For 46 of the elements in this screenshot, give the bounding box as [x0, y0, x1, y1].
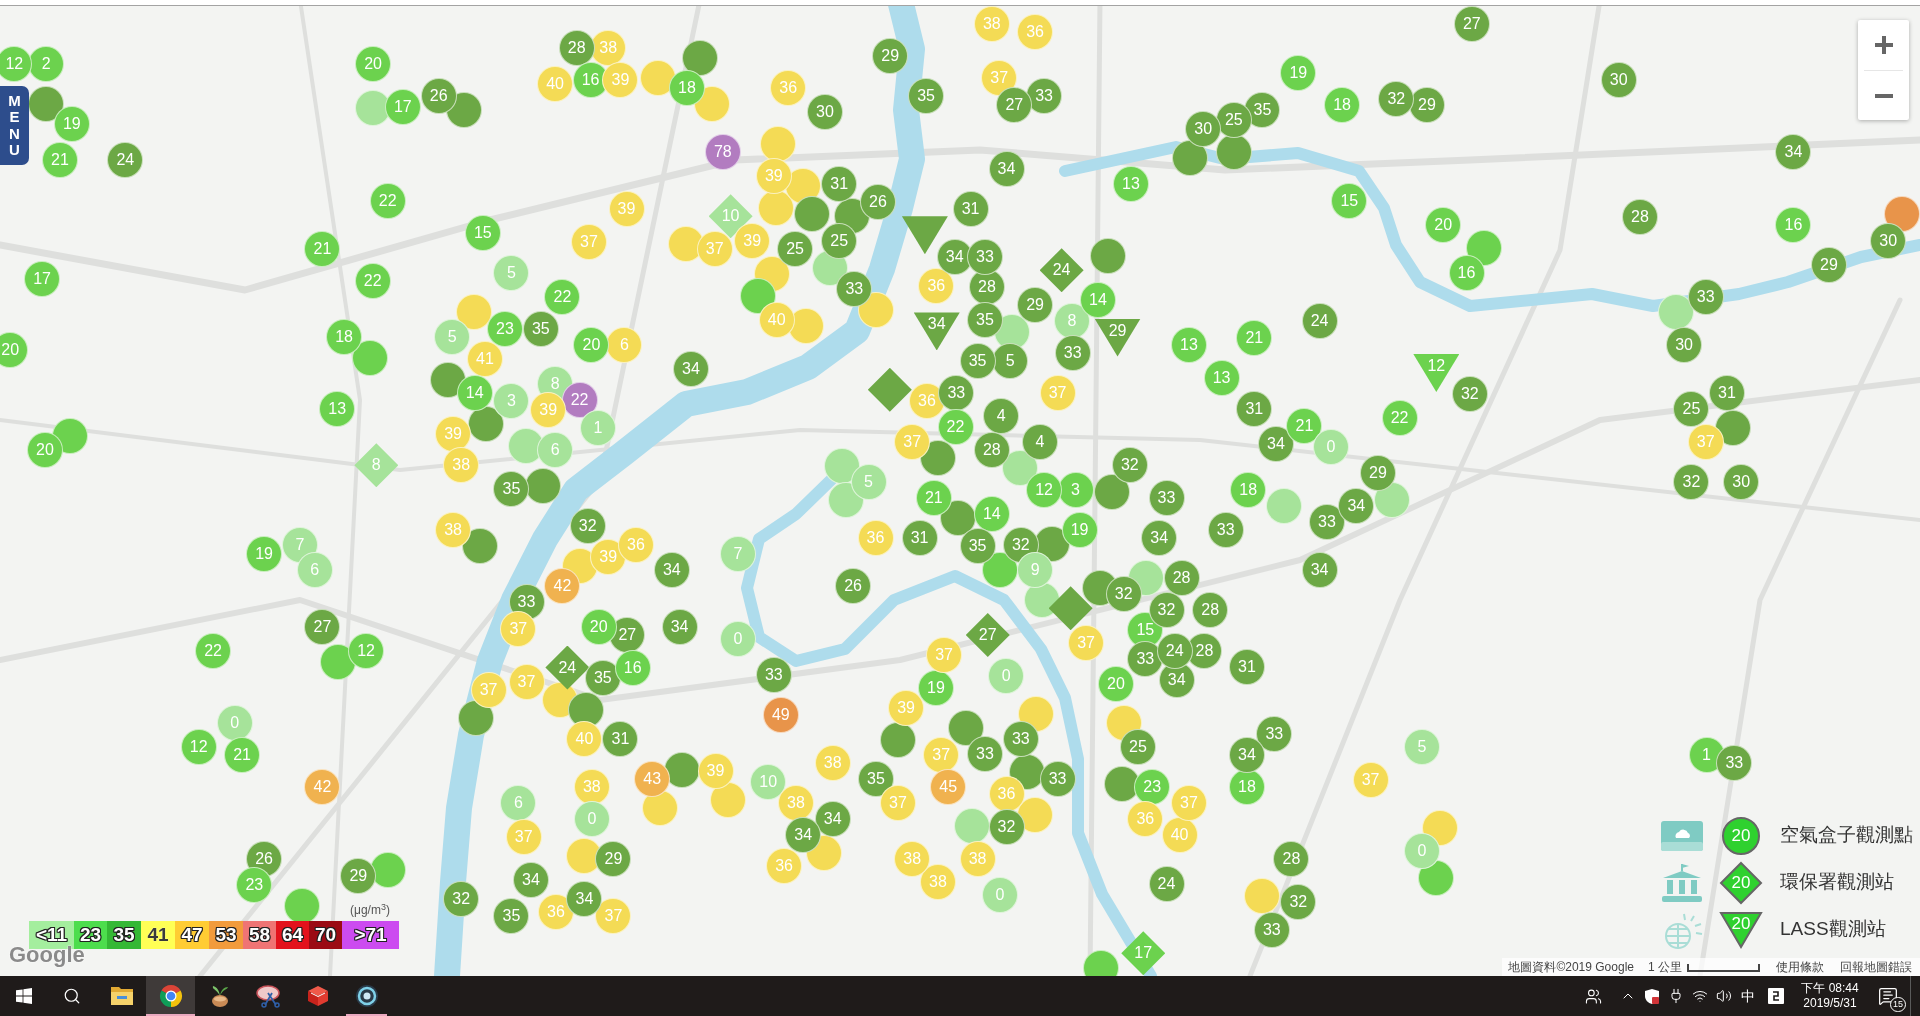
ring-icon	[354, 984, 379, 1008]
color-scale-step: 47	[175, 921, 209, 949]
start-icon	[16, 988, 32, 1004]
clock-button[interactable]: 下午 08:44 2019/5/31	[1794, 976, 1866, 1016]
notification-count: 15	[1890, 997, 1906, 1012]
lass-marker-sample: 20	[1719, 910, 1763, 949]
station-type-label: 環保署觀測站	[1780, 870, 1894, 895]
browser-icon	[158, 984, 183, 1008]
terms-link[interactable]: 使用條款	[1776, 961, 1824, 973]
map-data-credit: 地圖資料©2019 Google	[1508, 961, 1634, 973]
cube-icon	[305, 984, 330, 1008]
input-language-button[interactable]: 中	[1736, 976, 1760, 1016]
airbox-marker-sample: 20	[1719, 815, 1763, 856]
shield-icon	[1644, 987, 1660, 1005]
color-scale-step: 23	[74, 921, 107, 949]
search-icon	[63, 987, 81, 1005]
people-icon	[1584, 987, 1602, 1005]
color-scale-step: 64	[276, 921, 309, 949]
taskbar-app-button[interactable]	[146, 976, 195, 1016]
color-scale-step: 53	[209, 921, 243, 949]
building-icon	[1660, 862, 1704, 903]
power-plug-icon	[1668, 988, 1684, 1004]
color-scale-step: 41	[141, 921, 175, 949]
wifi-icon	[1692, 988, 1708, 1004]
volume-icon	[1716, 988, 1732, 1004]
color-scale-step: 35	[107, 921, 141, 949]
menu-button[interactable]: MENU	[0, 86, 29, 165]
report-error-link[interactable]: 回報地圖錯誤	[1840, 961, 1912, 973]
scissors-icon	[255, 984, 282, 1008]
scale-label: 1 公里	[1648, 961, 1682, 973]
epa-marker-sample: 20	[1719, 860, 1763, 905]
square-app-icon	[1768, 988, 1784, 1004]
unit-label: (μg/m$^{3}$)	[350, 904, 390, 916]
plus-icon	[1874, 36, 1893, 54]
scale-bar-icon	[1687, 962, 1760, 972]
cloud-box-icon	[1660, 819, 1704, 852]
notification-button[interactable]: 15	[1866, 976, 1910, 1016]
station-type-label: 空氣盒子觀測點	[1780, 823, 1913, 848]
station-type-label: LASS觀測站	[1780, 917, 1886, 942]
date-text: 2019/5/31	[1803, 996, 1857, 1011]
color-scale-step: 70	[309, 921, 342, 949]
minus-icon	[1874, 93, 1893, 98]
color-scale-step: 58	[243, 921, 276, 949]
color-scale-step: >71	[342, 921, 399, 949]
time-text: 下午 08:44	[1801, 981, 1859, 996]
folder-icon	[109, 985, 134, 1007]
